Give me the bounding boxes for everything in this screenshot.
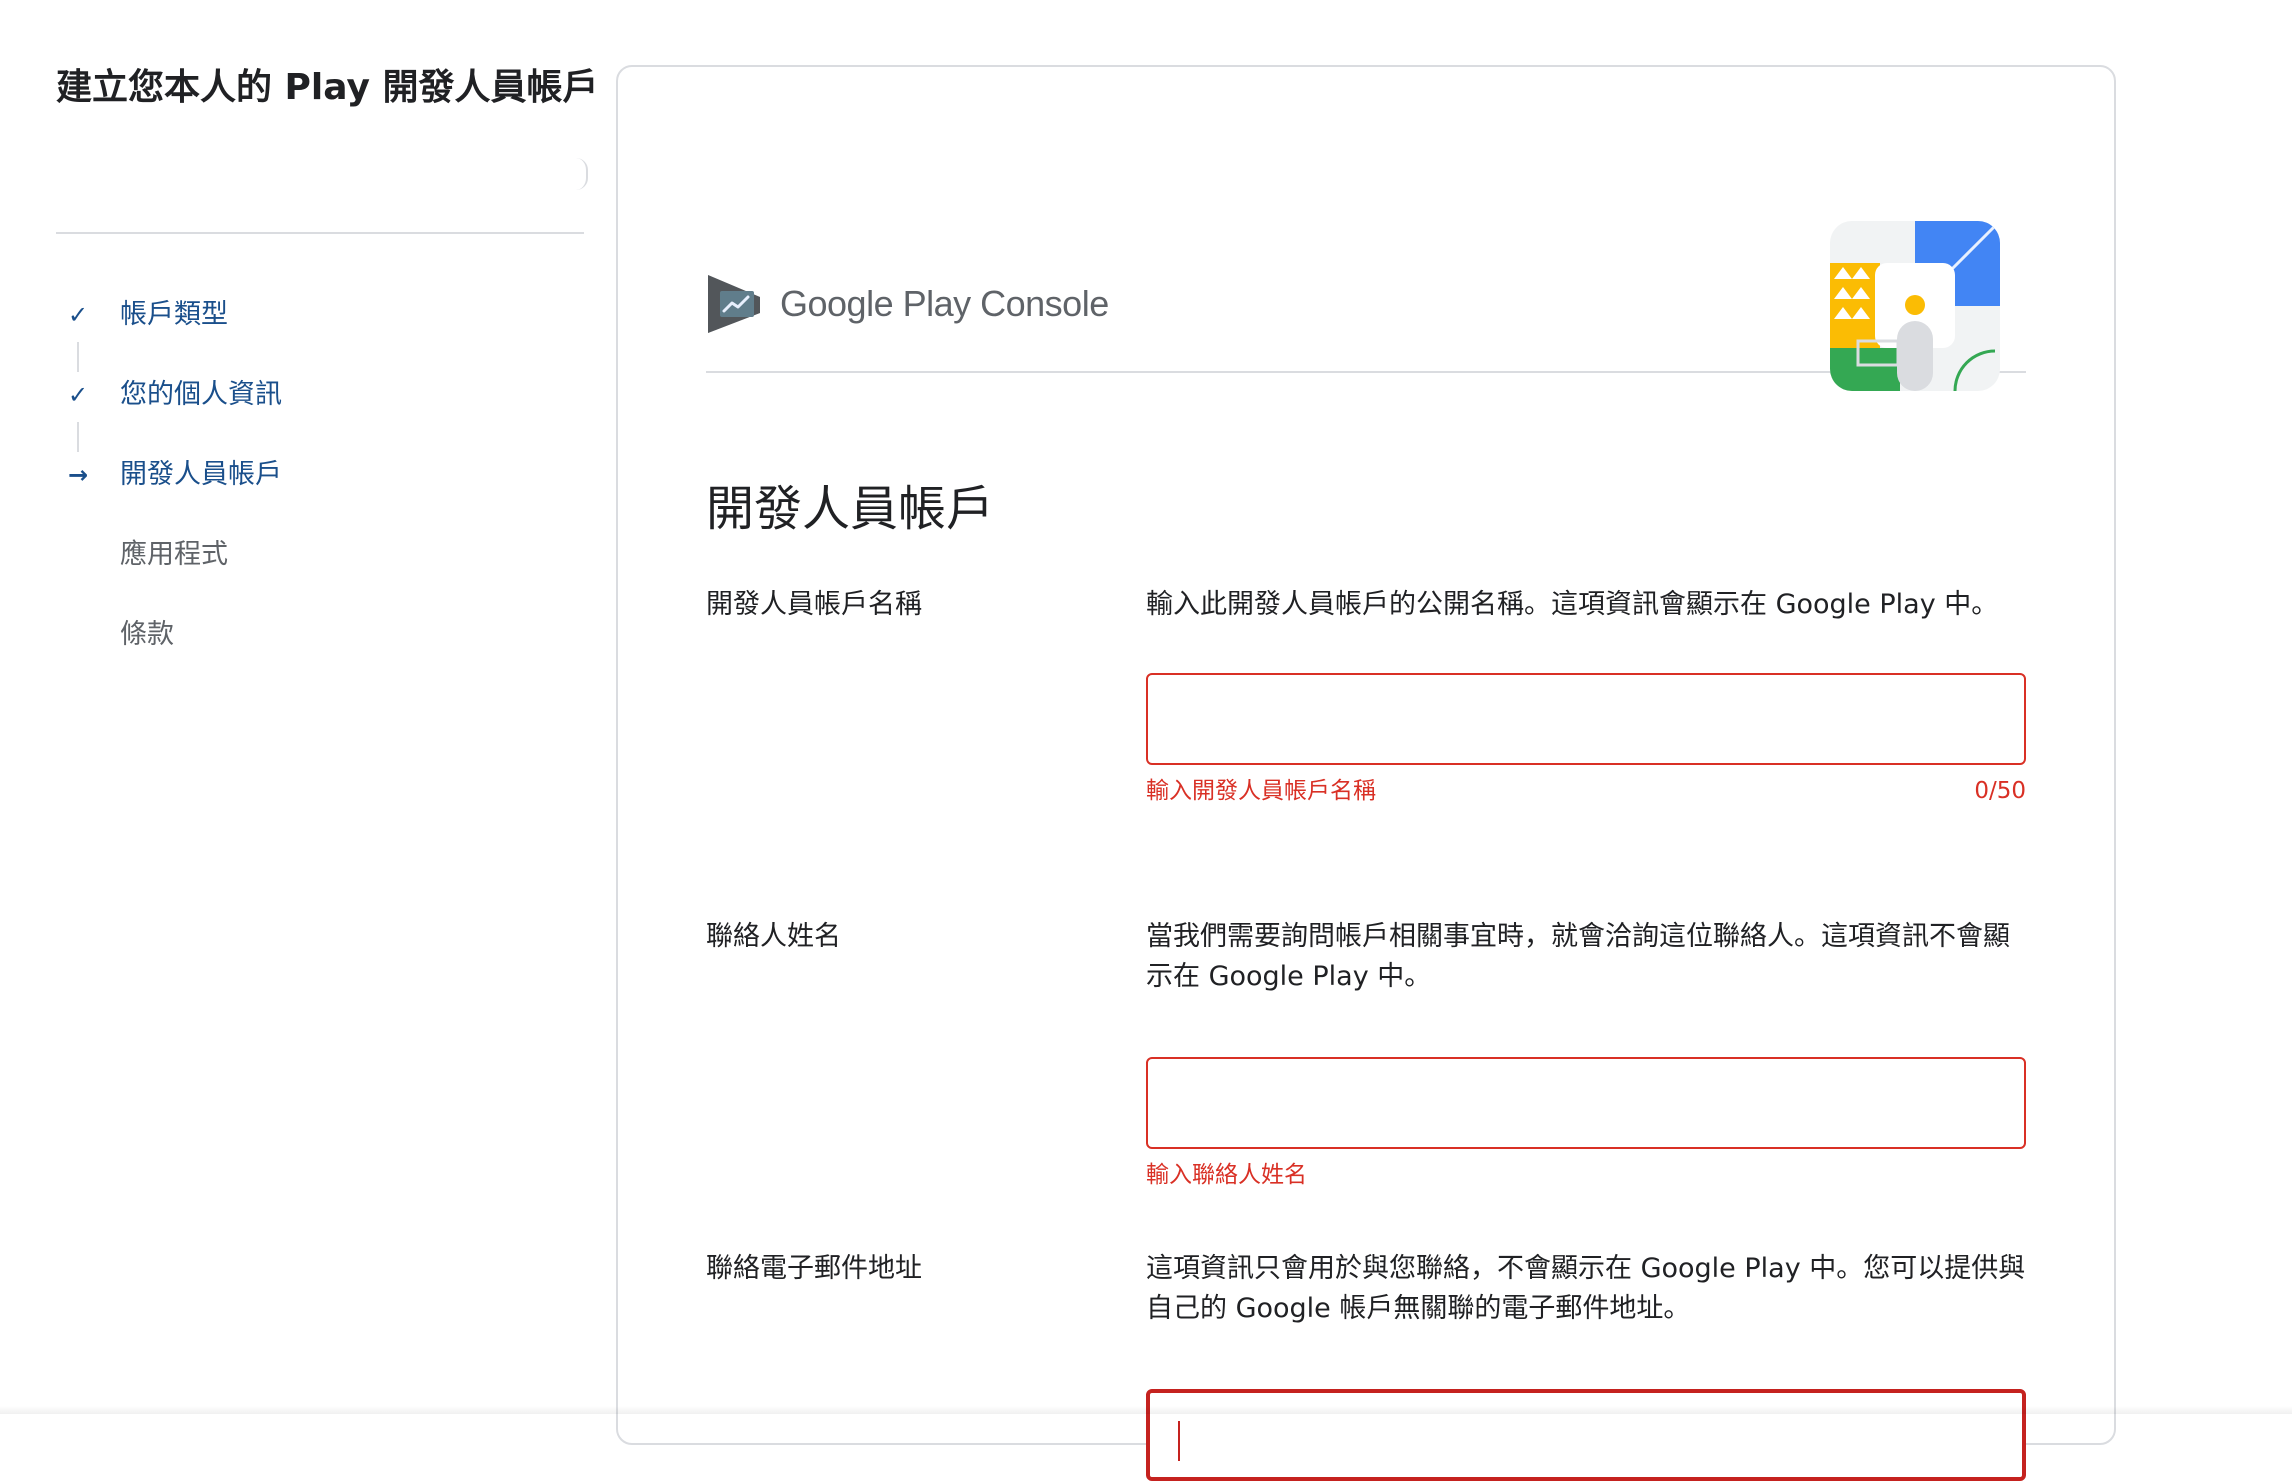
contact-email-input[interactable] [1146,1389,2026,1481]
field-developer-name: 開發人員帳戶名稱 輸入此開發人員帳戶的公開名稱。這項資訊會顯示在 Google … [706,585,2026,805]
step-icon-empty [56,538,104,572]
brand-name: Google Play Console [780,283,1109,325]
character-counter: 0/50 [1974,775,2026,807]
developer-name-input[interactable] [1146,673,2026,765]
brand: Google Play Console [706,273,1109,335]
sidebar-divider [56,232,584,234]
main-card: Google Play Console 開發人員帳戶 開發人員帳戶名稱 [616,65,2116,1445]
step-label: 條款 [120,618,174,652]
developer-account-illustration [1830,221,2000,391]
step-connector [77,342,79,372]
bottom-fade [0,1406,2292,1414]
field-description: 當我們需要詢問帳戶相關事宜時，就會洽詢這位聯絡人。這項資訊不會顯示在 Googl… [1146,917,2026,997]
step-icon-empty [56,618,104,652]
step-label: 帳戶類型 [120,298,228,332]
field-description: 這項資訊只會用於與您聯絡，不會顯示在 Google Play 中。您可以提供與自… [1146,1249,2026,1329]
step-label: 開發人員帳戶 [120,458,282,492]
page-title: 建立您本人的 Play 開發人員帳戶 [56,60,584,116]
step-developer-account[interactable]: → 開發人員帳戶 [56,458,584,538]
section-title: 開發人員帳戶 [706,481,994,537]
step-label: 應用程式 [120,538,228,572]
check-icon: ✓ [56,378,104,412]
field-error: 輸入開發人員帳戶名稱 [1146,775,1376,807]
arrow-right-icon: → [56,458,104,492]
step-terms: 條款 [56,618,584,698]
check-icon: ✓ [56,298,104,332]
field-label: 聯絡電子郵件地址 [706,1249,922,1289]
stepper: ✓ 帳戶類型 ✓ 您的個人資訊 → 開發人員帳戶 應用程式 條款 [56,298,584,698]
step-label: 您的個人資訊 [120,378,282,412]
field-description: 輸入此開發人員帳戶的公開名稱。這項資訊會顯示在 Google Play 中。 [1146,585,2026,625]
field-contact-name: 聯絡人姓名 當我們需要詢問帳戶相關事宜時，就會洽詢這位聯絡人。這項資訊不會顯示在… [706,917,2026,1157]
contact-name-input[interactable] [1146,1057,2026,1149]
sidebar: 建立您本人的 Play 開發人員帳戶 ✓ 帳戶類型 ✓ 您的個人資訊 → 開發人… [56,60,584,698]
play-console-logo-icon [706,273,762,335]
step-personal-info[interactable]: ✓ 您的個人資訊 [56,378,584,458]
step-connector [77,422,79,452]
step-apps: 應用程式 [56,538,584,618]
field-contact-email: 聯絡電子郵件地址 這項資訊只會用於與您聯絡，不會顯示在 Google Play … [706,1249,2026,1449]
brand-console: Console [980,283,1109,324]
sidebar-spacer [56,116,584,232]
field-error: 輸入聯絡人姓名 [1146,1159,1307,1191]
field-label: 聯絡人姓名 [706,917,841,957]
card-header: Google Play Console [706,155,2026,373]
step-account-type[interactable]: ✓ 帳戶類型 [56,298,584,378]
text-caret [1178,1421,1180,1461]
field-label: 開發人員帳戶名稱 [706,585,922,625]
brand-google-play: Google Play [780,283,971,324]
